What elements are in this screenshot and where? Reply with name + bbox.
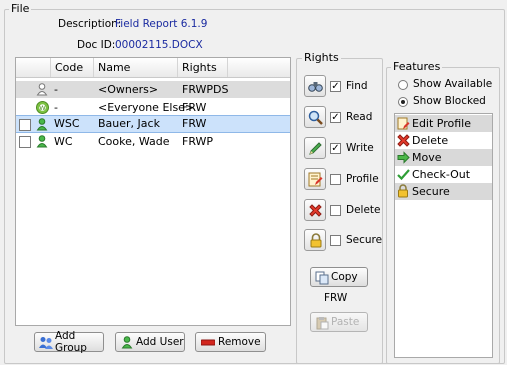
profile-edit-icon xyxy=(397,117,410,130)
delete-x-icon xyxy=(397,134,410,147)
show-blocked-label: Show Blocked xyxy=(413,95,486,107)
file-group-title: File xyxy=(9,2,32,15)
table-row[interactable]: WC Cooke, Wade FRWP xyxy=(16,133,290,150)
user-icon xyxy=(121,336,133,349)
row-code: - xyxy=(54,83,58,96)
lock-icon xyxy=(309,233,322,248)
feature-label: Edit Profile xyxy=(412,117,472,130)
copy-button[interactable]: Copy xyxy=(310,267,368,287)
paste-icon xyxy=(315,316,329,330)
row-code: - xyxy=(54,101,58,114)
show-available-radio[interactable] xyxy=(398,80,408,90)
row-rights: FRW xyxy=(182,101,207,114)
column-header-name[interactable]: Name xyxy=(94,58,178,77)
paste-label: Paste xyxy=(331,316,360,328)
list-item[interactable]: Move xyxy=(395,149,492,166)
column-header-name-label: Name xyxy=(98,61,131,74)
header-spacer xyxy=(16,58,51,77)
row-rights: FRW xyxy=(182,117,207,130)
feature-label: Move xyxy=(412,151,442,164)
list-item[interactable]: Check-Out xyxy=(395,166,492,183)
table-row[interactable]: W - <Everyone Else> FRW xyxy=(16,99,290,116)
feature-label: Secure xyxy=(412,185,450,198)
delete-x-icon xyxy=(308,203,322,217)
column-header-rights[interactable]: Rights xyxy=(178,58,228,77)
user-icon xyxy=(36,135,48,148)
description-value: Field Report 6.1.9 xyxy=(115,18,208,30)
row-name: <Owners> xyxy=(98,83,159,96)
list-header: Code ▲ Name Rights xyxy=(16,58,290,92)
list-item[interactable]: Edit Profile xyxy=(395,115,492,132)
remove-button[interactable]: Remove xyxy=(195,332,266,352)
rights-group-title: Rights xyxy=(302,51,341,64)
remove-label: Remove xyxy=(218,336,261,348)
profile-edit-icon xyxy=(308,172,323,187)
row-name: Cooke, Wade xyxy=(98,135,170,148)
column-header-rights-label: Rights xyxy=(182,61,217,74)
write-checkbox[interactable]: ✓ xyxy=(330,143,341,154)
binoculars-icon xyxy=(308,79,323,92)
find-checkbox[interactable]: ✓ xyxy=(330,81,341,92)
row-code: WSC xyxy=(54,117,80,130)
write-right-button[interactable] xyxy=(304,137,326,159)
arrow-right-icon xyxy=(397,151,410,164)
delete-label: Delete xyxy=(346,204,381,216)
read-checkbox[interactable]: ✓ xyxy=(330,112,341,123)
profile-label: Profile xyxy=(346,173,379,185)
everyone-icon: W xyxy=(36,101,49,114)
add-group-label: Add Group xyxy=(55,330,87,354)
read-label: Read xyxy=(346,111,373,123)
add-group-button[interactable]: Add Group xyxy=(34,330,104,354)
paste-button[interactable]: Paste xyxy=(310,312,368,332)
column-header-code[interactable]: Code ▲ xyxy=(51,58,94,92)
access-list[interactable]: Code ▲ Name Rights - <Owners> FRWPDS W -… xyxy=(15,57,291,326)
list-item[interactable]: Delete xyxy=(395,132,492,149)
row-checkbox[interactable] xyxy=(19,119,31,131)
table-row[interactable]: WSC Bauer, Jack FRW xyxy=(16,115,290,133)
find-right-button[interactable] xyxy=(304,75,326,97)
secure-label: Secure xyxy=(346,234,383,246)
secure-right-button[interactable] xyxy=(304,229,326,251)
show-blocked-radio[interactable] xyxy=(398,97,408,107)
write-label: Write xyxy=(346,142,374,154)
description-label: Description: xyxy=(58,18,122,30)
checkmark-icon xyxy=(397,168,410,181)
show-available-label: Show Available xyxy=(413,78,493,90)
row-name: <Everyone Else> xyxy=(98,101,195,114)
delete-right-button[interactable] xyxy=(304,199,326,221)
docid-label: Doc ID: xyxy=(77,39,116,51)
add-user-label: Add User xyxy=(136,336,184,348)
column-header-code-label: Code xyxy=(55,61,84,74)
svg-text:W: W xyxy=(39,104,46,112)
profile-right-button[interactable] xyxy=(304,168,326,190)
find-label: Find xyxy=(346,80,368,92)
read-right-button[interactable] xyxy=(304,106,326,128)
lock-icon xyxy=(397,184,409,198)
features-group-title: Features xyxy=(391,60,443,73)
features-list[interactable]: Edit Profile Delete Move Check-Out Secur… xyxy=(394,113,493,358)
current-rights-text: FRW xyxy=(324,292,348,304)
remove-bar-icon xyxy=(200,337,216,349)
delete-checkbox[interactable] xyxy=(330,205,341,216)
feature-label: Delete xyxy=(412,134,449,147)
copy-icon xyxy=(315,271,329,285)
row-rights: FRWP xyxy=(182,135,214,148)
group-icon xyxy=(39,336,53,349)
user-icon xyxy=(36,118,48,131)
row-code: WC xyxy=(54,135,73,148)
row-name: Bauer, Jack xyxy=(98,117,160,130)
list-item[interactable]: Secure xyxy=(395,183,492,200)
row-rights: FRWPDS xyxy=(182,83,229,96)
table-row[interactable]: - <Owners> FRWPDS xyxy=(16,81,290,98)
secure-checkbox[interactable] xyxy=(330,235,341,246)
pencil-icon xyxy=(308,141,322,155)
copy-label: Copy xyxy=(331,271,358,283)
docid-value: 00002115.DOCX xyxy=(115,39,203,51)
profile-checkbox[interactable] xyxy=(330,174,341,185)
feature-label: Check-Out xyxy=(412,168,471,181)
owner-person-icon xyxy=(36,83,48,96)
magnifier-icon xyxy=(308,110,323,125)
row-checkbox[interactable] xyxy=(19,136,31,148)
add-user-button[interactable]: Add User xyxy=(115,332,185,352)
